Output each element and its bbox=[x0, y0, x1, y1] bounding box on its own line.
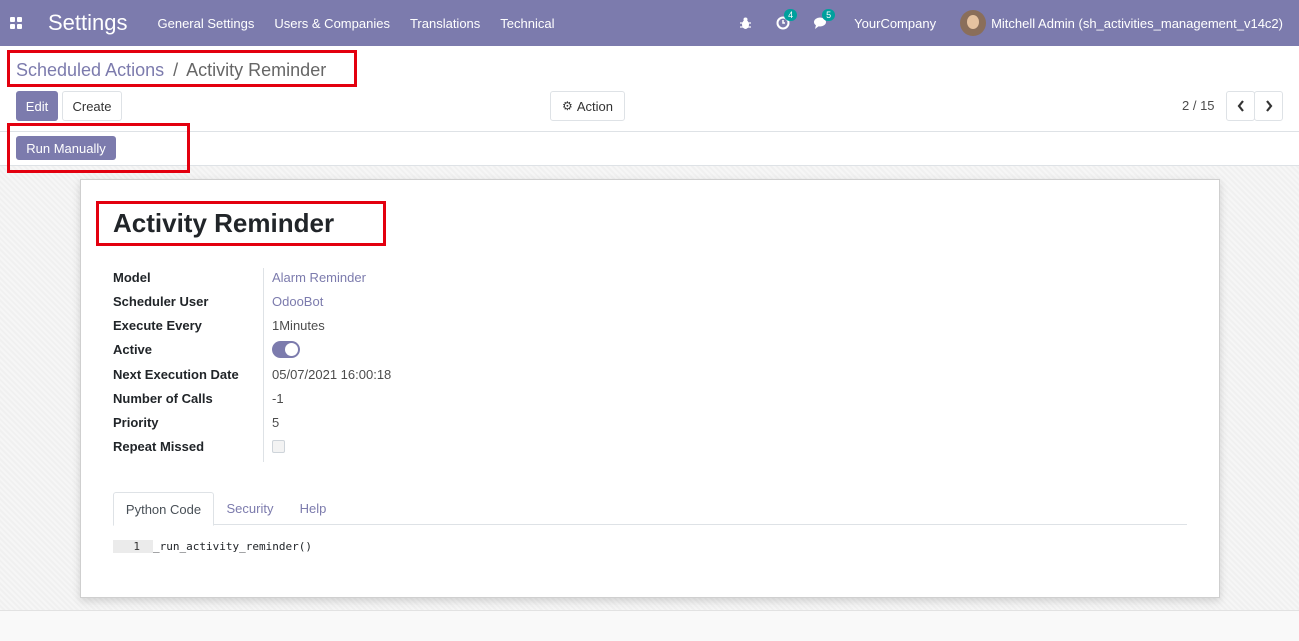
tab-help[interactable]: Help bbox=[287, 492, 339, 525]
highlight-run-manually bbox=[7, 123, 190, 173]
field-value-priority: 5 bbox=[272, 415, 280, 430]
field-label-scheduler-user: Scheduler User bbox=[113, 294, 209, 309]
field-label-active: Active bbox=[113, 342, 153, 357]
gear-icon: ⚙ bbox=[562, 99, 573, 113]
repeat-missed-checkbox[interactable] bbox=[272, 440, 285, 453]
tab-python-code[interactable]: Python Code bbox=[113, 492, 214, 526]
create-button-label: Create bbox=[72, 98, 112, 114]
field-value-execute-every: 1Minutes bbox=[272, 318, 325, 333]
menu-users-companies[interactable]: Users & Companies bbox=[274, 16, 390, 31]
action-button[interactable]: ⚙ Action bbox=[550, 91, 625, 121]
highlight-title bbox=[96, 201, 386, 246]
company-switcher[interactable]: YourCompany bbox=[854, 16, 936, 31]
field-value-scheduler-user[interactable]: OdooBot bbox=[272, 294, 323, 309]
field-label-priority: Priority bbox=[113, 415, 159, 430]
user-menu[interactable]: Mitchell Admin (sh_activities_management… bbox=[991, 16, 1283, 31]
messages-chat-icon[interactable]: 5 bbox=[814, 9, 836, 30]
field-label-execute-every: Execute Every bbox=[113, 318, 202, 333]
pager-value[interactable]: 2 / 15 bbox=[1182, 98, 1215, 113]
chevron-right-icon bbox=[1265, 100, 1272, 112]
tab-security[interactable]: Security bbox=[217, 492, 283, 525]
code-line-number: 1 bbox=[113, 540, 153, 553]
top-navbar: Settings General Settings Users & Compan… bbox=[0, 0, 1299, 46]
apps-menu-icon[interactable] bbox=[0, 0, 32, 46]
notebook-tabs: Python Code Security Help bbox=[113, 492, 1187, 526]
app-brand[interactable]: Settings bbox=[48, 10, 128, 36]
chevron-left-icon bbox=[1237, 100, 1244, 112]
code-text[interactable]: _run_activity_reminder() bbox=[153, 540, 312, 553]
active-toggle[interactable] bbox=[272, 341, 300, 358]
edit-button[interactable]: Edit bbox=[16, 91, 58, 121]
field-value-model[interactable]: Alarm Reminder bbox=[272, 270, 366, 285]
action-button-label: Action bbox=[576, 98, 613, 114]
user-avatar[interactable] bbox=[960, 10, 987, 36]
highlight-breadcrumb bbox=[7, 50, 357, 87]
field-label-model: Model bbox=[113, 270, 151, 285]
field-label-repeat-missed: Repeat Missed bbox=[113, 439, 205, 454]
create-button[interactable]: Create bbox=[62, 91, 122, 121]
field-label-number-of-calls: Number of Calls bbox=[113, 391, 213, 406]
pager-next-button[interactable] bbox=[1254, 91, 1283, 121]
menu-technical[interactable]: Technical bbox=[500, 16, 554, 31]
code-editor[interactable]: 1 _run_activity_reminder() bbox=[113, 540, 312, 553]
form-statusbar: Run Manually bbox=[0, 132, 1299, 166]
message-count-badge: 5 bbox=[822, 9, 836, 21]
activity-clock-icon[interactable]: 4 bbox=[776, 9, 798, 30]
field-label-next-execution-date: Next Execution Date bbox=[113, 367, 239, 382]
field-value-next-execution-date: 05/07/2021 16:00:18 bbox=[272, 367, 392, 382]
activity-count-badge: 4 bbox=[784, 9, 798, 21]
debug-bug-icon[interactable] bbox=[739, 17, 752, 30]
field-value-number-of-calls: -1 bbox=[272, 391, 284, 406]
menu-general-settings[interactable]: General Settings bbox=[158, 16, 255, 31]
field-divider bbox=[263, 268, 264, 462]
menu-translations[interactable]: Translations bbox=[410, 16, 480, 31]
pager-previous-button[interactable] bbox=[1226, 91, 1255, 121]
